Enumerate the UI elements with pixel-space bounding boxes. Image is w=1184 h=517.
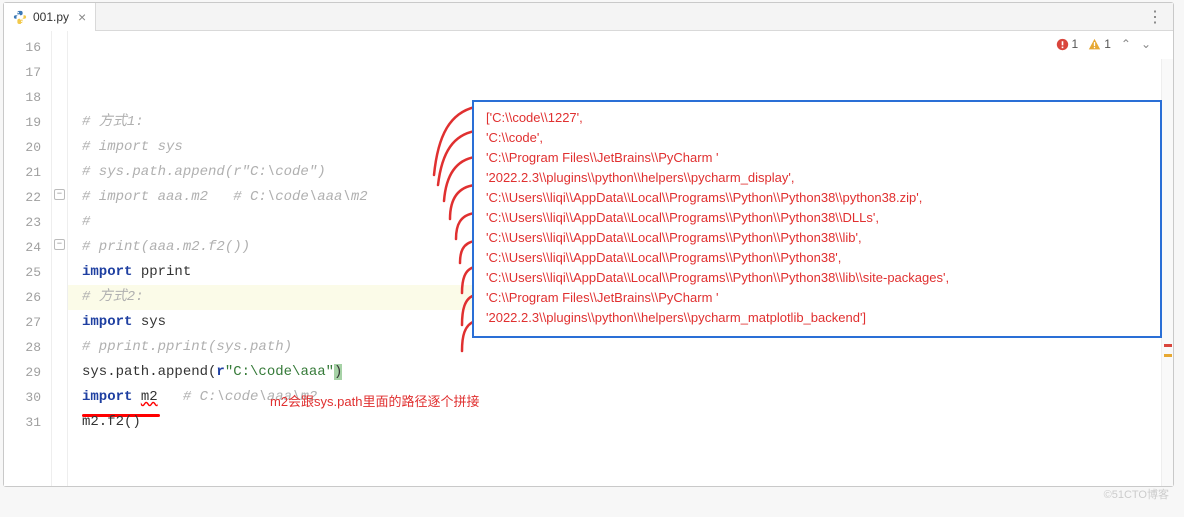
chevron-down-icon[interactable]: ⌄ xyxy=(1141,37,1151,51)
line-number[interactable]: 17 xyxy=(4,60,41,85)
line-gutter[interactable]: 16171819202122232425262728293031 xyxy=(4,31,52,486)
error-count: 1 xyxy=(1072,37,1079,51)
line-number[interactable]: 29 xyxy=(4,360,41,385)
syspath-entry: 'C:\\Program Files\\JetBrains\\PyCharm ' xyxy=(486,288,1148,308)
syspath-entry: 'C:\\Users\\liqi\\AppData\\Local\\Progra… xyxy=(486,188,1148,208)
line-number[interactable]: 25 xyxy=(4,260,41,285)
syspath-entry: '2022.2.3\\plugins\\python\\helpers\\pyc… xyxy=(486,168,1148,188)
unresolved-reference: m2 xyxy=(141,389,158,405)
syspath-overlay: ['C:\\code\\1227', 'C:\\code', 'C:\\Prog… xyxy=(472,100,1162,338)
python-file-icon xyxy=(13,10,27,24)
line-number[interactable]: 18 xyxy=(4,85,41,110)
fold-toggle-icon[interactable]: − xyxy=(54,189,65,200)
code-line[interactable]: sys.path.append(r"C:\code\aaa") xyxy=(82,360,1173,385)
line-number[interactable]: 24 xyxy=(4,235,41,260)
line-number[interactable]: 19 xyxy=(4,110,41,135)
syspath-entry: 'C:\\Users\\liqi\\AppData\\Local\\Progra… xyxy=(486,248,1148,268)
syspath-entry: 'C:\\Users\\liqi\\AppData\\Local\\Progra… xyxy=(486,268,1148,288)
line-number[interactable]: 30 xyxy=(4,385,41,410)
line-number[interactable]: 31 xyxy=(4,410,41,435)
fold-column[interactable]: − − xyxy=(52,31,68,486)
syspath-entry: '2022.2.3\\plugins\\python\\helpers\\pyc… xyxy=(486,308,1148,328)
line-number[interactable]: 21 xyxy=(4,160,41,185)
line-number[interactable]: 28 xyxy=(4,335,41,360)
warning-indicator[interactable]: 1 xyxy=(1088,37,1111,51)
syspath-entry: 'C:\\code', xyxy=(486,128,1148,148)
fold-toggle-icon[interactable]: − xyxy=(54,239,65,250)
line-number[interactable]: 23 xyxy=(4,210,41,235)
tab-bar: 001.py × ⋮ xyxy=(4,3,1173,31)
code-line[interactable] xyxy=(82,485,1173,510)
line-number[interactable]: 16 xyxy=(4,35,41,60)
close-tab-icon[interactable]: × xyxy=(78,10,86,24)
tab-overflow-menu-icon[interactable]: ⋮ xyxy=(1145,7,1165,27)
syspath-entry: ['C:\\code\\1227', xyxy=(486,108,1148,128)
syspath-entry: 'C:\\Program Files\\JetBrains\\PyCharm ' xyxy=(486,148,1148,168)
line-number[interactable]: 20 xyxy=(4,135,41,160)
code-line[interactable] xyxy=(82,435,1173,460)
annotation-note: m2会跟sys.path里面的路径逐个拼接 xyxy=(270,391,479,410)
code-line[interactable]: m2.f2() xyxy=(82,410,1173,435)
inspection-status[interactable]: 1 1 ⌃ ⌄ xyxy=(1056,37,1152,51)
line-number[interactable]: 27 xyxy=(4,310,41,335)
error-indicator[interactable]: 1 xyxy=(1056,37,1079,51)
file-tab[interactable]: 001.py × xyxy=(4,3,96,31)
warning-count: 1 xyxy=(1104,37,1111,51)
file-tab-label: 001.py xyxy=(33,10,69,24)
code-line[interactable]: import m2 # C:\code\aaa\m2 xyxy=(82,385,1173,410)
line-number[interactable]: 22 xyxy=(4,185,41,210)
chevron-up-icon[interactable]: ⌃ xyxy=(1121,37,1131,51)
syspath-entry: 'C:\\Users\\liqi\\AppData\\Local\\Progra… xyxy=(486,228,1148,248)
code-line[interactable] xyxy=(82,460,1173,485)
syspath-entry: 'C:\\Users\\liqi\\AppData\\Local\\Progra… xyxy=(486,208,1148,228)
line-number[interactable]: 26 xyxy=(4,285,41,310)
code-line[interactable]: # pprint.pprint(sys.path) xyxy=(82,335,1173,360)
